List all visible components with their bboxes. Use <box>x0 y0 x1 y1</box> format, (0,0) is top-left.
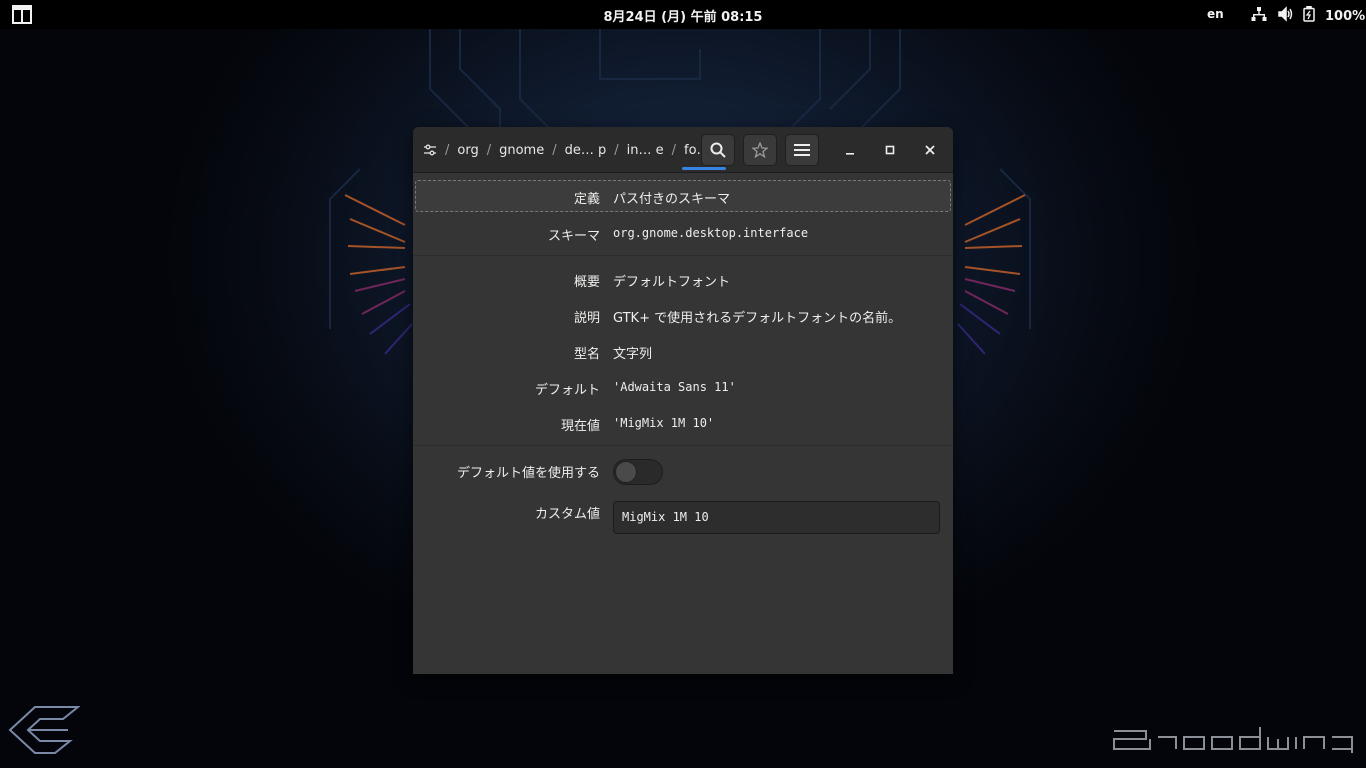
use-default-switch[interactable] <box>613 459 663 485</box>
switch-knob <box>615 461 637 483</box>
distro-logo-icon <box>8 706 80 754</box>
star-icon <box>752 142 768 158</box>
bookmark-button[interactable] <box>743 134 777 166</box>
maximize-icon <box>885 145 895 155</box>
system-tray[interactable]: 100% <box>1251 5 1366 26</box>
path-separator: / <box>486 142 492 158</box>
battery-percentage: 100% <box>1325 8 1366 24</box>
clock[interactable]: 8月24日 (月) 午前 08:15 <box>0 6 1366 25</box>
path-segment-interface[interactable]: in… e <box>627 143 664 158</box>
search-icon <box>710 142 726 158</box>
custom-value-label: カスタム値 <box>534 507 600 522</box>
divider <box>413 445 953 446</box>
header-bar: / org / gnome / de… p / in… e / fo… e <box>413 127 953 173</box>
settings-icon[interactable] <box>423 144 437 156</box>
definition-value: パス付きのスキーマ <box>613 192 731 207</box>
use-default-label: デフォルト値を使用する <box>456 466 600 481</box>
current-value-label: 現在値 <box>560 419 600 434</box>
path-segment-gnome[interactable]: gnome <box>499 143 544 158</box>
main-menu-button[interactable] <box>785 134 819 166</box>
volume-icon <box>1277 6 1293 26</box>
language-indicator[interactable]: en <box>1207 7 1224 21</box>
type-label: 型名 <box>573 347 600 362</box>
default-label: デフォルト <box>534 383 600 398</box>
dconf-editor-window: / org / gnome / de… p / in… e / fo… e <box>413 127 953 674</box>
summary-value: デフォルトフォント <box>613 275 731 290</box>
summary-label: 概要 <box>573 275 600 290</box>
divider <box>413 255 953 256</box>
path-separator: / <box>445 142 450 158</box>
description-label: 説明 <box>573 311 600 326</box>
broadwing-logo-icon <box>1113 727 1353 753</box>
breadcrumb: / org / gnome / de… p / in… e / fo… e <box>423 127 726 173</box>
default-value: 'Adwaita Sans 11' <box>613 380 736 394</box>
minimize-button[interactable] <box>838 138 862 162</box>
battery-icon <box>1303 5 1315 26</box>
schema-label: スキーマ <box>547 229 600 244</box>
path-segment-desktop[interactable]: de… p <box>565 143 607 158</box>
hamburger-icon <box>794 144 810 156</box>
schema-value: org.gnome.desktop.interface <box>613 226 809 240</box>
path-separator: / <box>671 142 677 158</box>
path-separator: / <box>552 142 557 158</box>
description-value: GTK+ で使用されるデフォルトフォントの名前。 <box>613 311 902 326</box>
top-bar: 8月24日 (月) 午前 08:15 en 100% <box>0 0 1366 29</box>
path-separator: / <box>614 142 619 158</box>
close-button[interactable] <box>918 138 942 162</box>
type-value: 文字列 <box>613 347 653 362</box>
maximize-button[interactable] <box>878 138 902 162</box>
path-segment-org[interactable]: org <box>457 143 478 158</box>
custom-value-field[interactable]: MigMix 1M 10 <box>613 501 940 534</box>
definition-label: 定義 <box>573 192 600 207</box>
current-value: 'MigMix 1M 10' <box>613 416 715 430</box>
search-button[interactable] <box>701 134 735 166</box>
close-icon <box>925 145 935 155</box>
network-icon <box>1251 6 1267 26</box>
minimize-icon <box>846 153 854 155</box>
